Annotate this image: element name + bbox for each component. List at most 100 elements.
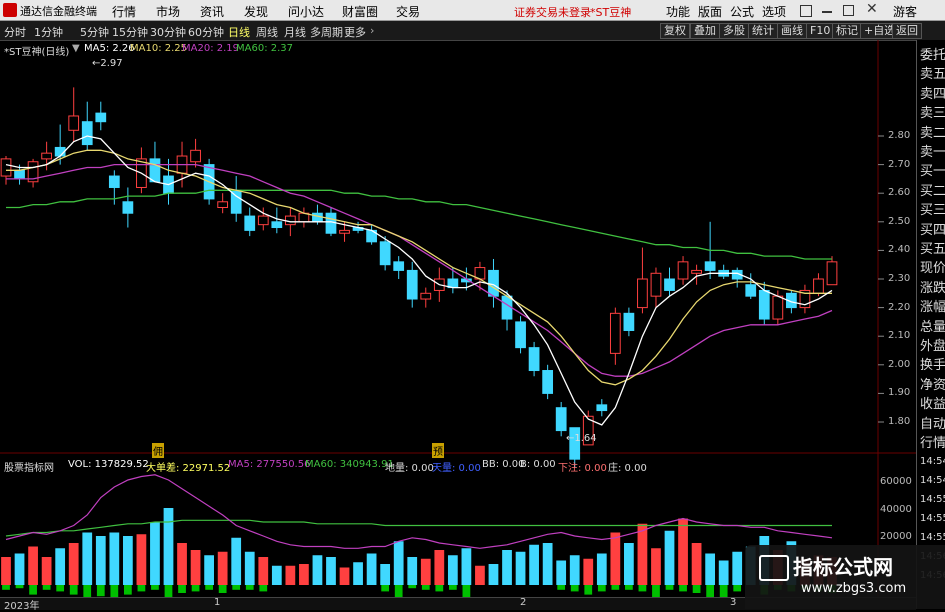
- volume-bar: [163, 508, 174, 585]
- quote-label-18: 收益: [920, 397, 945, 413]
- quote-label-17: 净资: [920, 377, 945, 393]
- volume-bar: [217, 551, 228, 585]
- period-weekly[interactable]: 周线: [256, 24, 278, 40]
- biaoji-button[interactable]: 标记: [832, 23, 862, 39]
- period-5min[interactable]: 5分钟: [80, 24, 109, 40]
- volume-bar: [150, 522, 160, 585]
- back-button[interactable]: 返回: [892, 23, 922, 39]
- menu-xuanxiang[interactable]: 选项: [762, 3, 786, 20]
- period-daily[interactable]: 日线: [228, 24, 250, 40]
- candle-up: [0, 158, 12, 177]
- price-tick-9: 1.90: [888, 387, 911, 399]
- diliang-value: 地量: 0.00: [385, 463, 434, 474]
- period-1min[interactable]: 1分钟: [34, 24, 63, 40]
- candle-down: [149, 158, 161, 183]
- candle-down: [704, 261, 716, 271]
- vol-tick-40000: 40000: [880, 504, 912, 515]
- duogu-button[interactable]: 多股: [719, 23, 749, 39]
- menu-hangqing[interactable]: 行情: [112, 3, 136, 20]
- quote-label-20[interactable]: 行情: [920, 432, 945, 451]
- negative-volume-bar: [96, 585, 105, 597]
- event-marker-1[interactable]: 佣: [152, 443, 164, 458]
- volume-bar: [95, 536, 106, 585]
- huaxian-button[interactable]: 画线: [777, 23, 807, 39]
- f10-button[interactable]: F10: [806, 23, 835, 39]
- period-15min[interactable]: 15分钟: [112, 24, 148, 40]
- volume-bar: [407, 557, 418, 585]
- candle-up: [609, 312, 621, 354]
- negative-volume-bar: [665, 585, 674, 590]
- candle-down: [393, 261, 405, 271]
- period-fenshi[interactable]: 分时: [4, 24, 26, 40]
- menu-bar: 通达信金融终端 行情 市场 资讯 发现 问小达 财富圈 交易 证券交易未登录 *…: [0, 0, 945, 21]
- menu-jiaoyi[interactable]: 交易: [396, 3, 420, 20]
- candle-up: [650, 272, 662, 297]
- price-tick-7: 2.10: [888, 330, 911, 342]
- volume-bar: [55, 548, 66, 585]
- volume-bar: [515, 551, 526, 585]
- volume-bar: [718, 560, 729, 585]
- candle-up: [826, 261, 838, 286]
- menu-zixun[interactable]: 资讯: [200, 3, 224, 20]
- fuquan-button[interactable]: 复权: [660, 23, 690, 39]
- volume-bar: [380, 564, 391, 585]
- menu-gongshi[interactable]: 公式: [730, 3, 754, 20]
- menu-wenxiaoda[interactable]: 问小达: [288, 3, 324, 20]
- period-monthly[interactable]: 月线: [284, 24, 306, 40]
- quote-label-8: 买三: [920, 203, 945, 219]
- volume-bar: [299, 564, 309, 585]
- period-60min[interactable]: 60分钟: [188, 24, 224, 40]
- kline-chart[interactable]: [0, 40, 916, 609]
- negative-volume-bar: [611, 585, 620, 590]
- zhuang-value: 庄: 0.00: [608, 463, 647, 474]
- negative-volume-bar: [15, 585, 24, 589]
- maximize-icon[interactable]: [843, 5, 854, 16]
- volume-indicator-title: 股票指标网: [4, 463, 54, 474]
- volume-bar: [1, 557, 11, 585]
- volume-bar: [393, 541, 404, 585]
- menu-gongneng[interactable]: 功能: [666, 3, 690, 20]
- trade-login-notice[interactable]: 证券交易未登录: [514, 4, 591, 20]
- menu-caifuquan[interactable]: 财富圈: [342, 3, 378, 20]
- quote-label-15: 外盘: [920, 339, 945, 354]
- price-tick-6: 2.20: [888, 301, 911, 313]
- negative-volume-bar: [381, 585, 390, 592]
- period-toolbar: 分时 1分钟 5分钟 15分钟 30分钟 60分钟 日线 周线 月线 多周期 更…: [0, 21, 945, 41]
- period-30min[interactable]: 30分钟: [150, 24, 186, 40]
- volume-bar: [420, 558, 431, 585]
- period-multi[interactable]: 多周期: [310, 24, 343, 40]
- quote-label-6: 买一: [920, 164, 945, 180]
- menu-faxian[interactable]: 发现: [244, 3, 268, 20]
- event-marker-2[interactable]: 预: [432, 443, 444, 458]
- period-more[interactable]: 更多: [344, 24, 366, 40]
- negative-volume-bar: [178, 585, 186, 593]
- time-label-1: 1: [214, 597, 221, 608]
- volume-bar: [339, 567, 350, 585]
- negative-volume-bar: [83, 585, 92, 598]
- negative-volume-bar: [733, 585, 742, 592]
- menu-banmian[interactable]: 版面: [698, 3, 722, 20]
- chevron-right-icon[interactable]: ›: [370, 24, 374, 37]
- volume-bar: [664, 530, 675, 585]
- time-label-2: 2: [520, 597, 527, 608]
- tianliang-value: 天量: 0.00: [432, 463, 481, 474]
- volume-bar: [122, 536, 133, 585]
- guest-label[interactable]: 游客: [893, 3, 917, 20]
- minimize-icon[interactable]: [822, 11, 832, 13]
- close-icon[interactable]: ✕: [866, 1, 878, 17]
- menu-shichang[interactable]: 市场: [156, 3, 180, 20]
- mail-icon[interactable]: [800, 5, 812, 17]
- watermark-url: www.zbgs3.com: [801, 581, 907, 596]
- volume-bar: [82, 532, 93, 585]
- negative-volume-bar: [42, 585, 51, 590]
- negative-volume-bar: [435, 585, 444, 592]
- tongji-button[interactable]: 统计: [748, 23, 778, 39]
- vol-tick-20000: 20000: [880, 531, 912, 542]
- diejia-button[interactable]: 叠加: [690, 23, 720, 39]
- bb-value: BB: 0.00: [482, 459, 525, 470]
- volume-bar: [271, 565, 282, 585]
- quote-label-19[interactable]: 自动: [920, 413, 945, 432]
- candle-up: [41, 152, 52, 160]
- price-tick-4: 2.40: [888, 244, 911, 256]
- candle-up: [677, 261, 689, 280]
